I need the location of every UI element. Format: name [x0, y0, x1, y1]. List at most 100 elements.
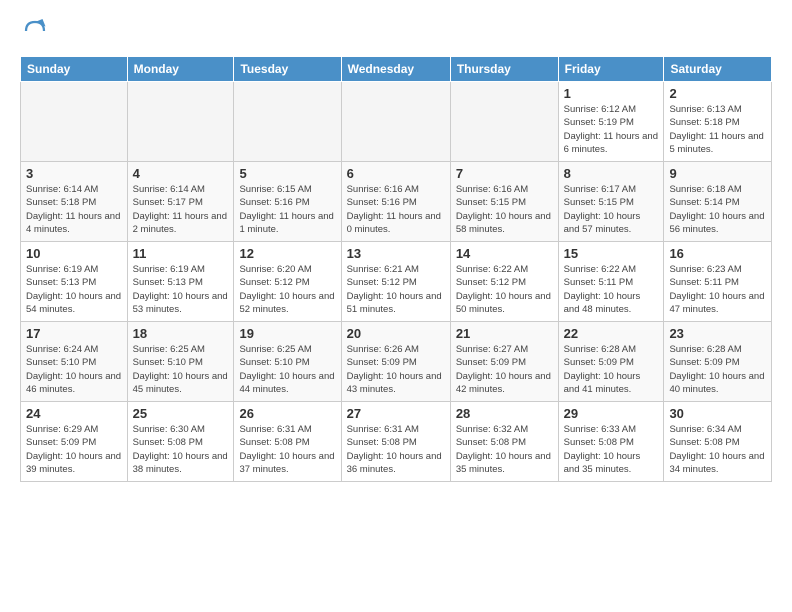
- day-number: 7: [456, 166, 553, 181]
- calendar: SundayMondayTuesdayWednesdayThursdayFrid…: [20, 56, 772, 482]
- weekday-header: Friday: [558, 57, 664, 82]
- calendar-cell: 8 Sunrise: 6:17 AMSunset: 5:15 PMDaylight…: [558, 162, 664, 242]
- day-info: Sunrise: 6:34 AMSunset: 5:08 PMDaylight:…: [669, 423, 766, 476]
- calendar-week-row: 10 Sunrise: 6:19 AMSunset: 5:13 PMDayligh…: [21, 242, 772, 322]
- day-number: 24: [26, 406, 122, 421]
- day-number: 10: [26, 246, 122, 261]
- weekday-header: Saturday: [664, 57, 772, 82]
- calendar-cell: 28Sunrise: 6:32 AMSunset: 5:08 PMDayligh…: [450, 402, 558, 482]
- calendar-cell: 23 Sunrise: 6:28 AMSunset: 5:09 PMDayligh…: [664, 322, 772, 402]
- day-info: Sunrise: 6:31 AMSunset: 5:08 PMDaylight:…: [239, 423, 335, 476]
- day-number: 25: [133, 406, 229, 421]
- day-info: Sunrise: 6:22 AMSunset: 5:12 PMDaylight:…: [456, 263, 553, 316]
- day-info: Sunrise: 6:14 AMSunset: 5:18 PMDaylight:…: [26, 183, 122, 236]
- day-number: 3: [26, 166, 122, 181]
- day-info: Sunrise: 6:31 AMSunset: 5:08 PMDaylight:…: [347, 423, 445, 476]
- calendar-cell: 26 Sunrise: 6:31 AMSunset: 5:08 PMDayligh…: [234, 402, 341, 482]
- calendar-cell: 7 Sunrise: 6:16 AMSunset: 5:15 PMDaylight…: [450, 162, 558, 242]
- day-info: Sunrise: 6:16 AMSunset: 5:16 PMDaylight:…: [347, 183, 445, 236]
- day-number: 13: [347, 246, 445, 261]
- weekday-header: Sunday: [21, 57, 128, 82]
- calendar-week-row: 24 Sunrise: 6:29 AMSunset: 5:09 PMDayligh…: [21, 402, 772, 482]
- calendar-cell: 18 Sunrise: 6:25 AMSunset: 5:10 PMDayligh…: [127, 322, 234, 402]
- calendar-cell: 15Sunrise: 6:22 AMSunset: 5:11 PMDayligh…: [558, 242, 664, 322]
- day-info: Sunrise: 6:20 AMSunset: 5:12 PMDaylight:…: [239, 263, 335, 316]
- day-info: Sunrise: 6:13 AMSunset: 5:18 PMDaylight:…: [669, 103, 766, 156]
- calendar-cell: 5 Sunrise: 6:15 AMSunset: 5:16 PMDaylight…: [234, 162, 341, 242]
- calendar-cell: 14Sunrise: 6:22 AMSunset: 5:12 PMDayligh…: [450, 242, 558, 322]
- day-info: Sunrise: 6:19 AMSunset: 5:13 PMDaylight:…: [26, 263, 122, 316]
- calendar-cell: 19 Sunrise: 6:25 AMSunset: 5:10 PMDayligh…: [234, 322, 341, 402]
- day-info: Sunrise: 6:29 AMSunset: 5:09 PMDaylight:…: [26, 423, 122, 476]
- day-number: 16: [669, 246, 766, 261]
- day-info: Sunrise: 6:17 AMSunset: 5:15 PMDaylight:…: [564, 183, 659, 236]
- calendar-cell: 21Sunrise: 6:27 AMSunset: 5:09 PMDayligh…: [450, 322, 558, 402]
- day-number: 19: [239, 326, 335, 341]
- day-info: Sunrise: 6:28 AMSunset: 5:09 PMDaylight:…: [669, 343, 766, 396]
- day-info: Sunrise: 6:28 AMSunset: 5:09 PMDaylight:…: [564, 343, 659, 396]
- day-number: 23: [669, 326, 766, 341]
- day-info: Sunrise: 6:16 AMSunset: 5:15 PMDaylight:…: [456, 183, 553, 236]
- calendar-cell: 12 Sunrise: 6:20 AMSunset: 5:12 PMDayligh…: [234, 242, 341, 322]
- day-number: 18: [133, 326, 229, 341]
- calendar-cell: 25 Sunrise: 6:30 AMSunset: 5:08 PMDayligh…: [127, 402, 234, 482]
- calendar-cell: 6 Sunrise: 6:16 AMSunset: 5:16 PMDaylight…: [341, 162, 450, 242]
- calendar-cell: 29 Sunrise: 6:33 AMSunset: 5:08 PMDayligh…: [558, 402, 664, 482]
- calendar-cell: [127, 82, 234, 162]
- day-number: 12: [239, 246, 335, 261]
- day-number: 21: [456, 326, 553, 341]
- day-info: Sunrise: 6:25 AMSunset: 5:10 PMDaylight:…: [133, 343, 229, 396]
- day-number: 1: [564, 86, 659, 101]
- calendar-cell: 1 Sunrise: 6:12 AMSunset: 5:19 PMDaylight…: [558, 82, 664, 162]
- day-number: 4: [133, 166, 229, 181]
- day-number: 11: [133, 246, 229, 261]
- day-info: Sunrise: 6:32 AMSunset: 5:08 PMDaylight:…: [456, 423, 553, 476]
- day-info: Sunrise: 6:21 AMSunset: 5:12 PMDaylight:…: [347, 263, 445, 316]
- calendar-cell: 10 Sunrise: 6:19 AMSunset: 5:13 PMDayligh…: [21, 242, 128, 322]
- day-number: 27: [347, 406, 445, 421]
- day-number: 17: [26, 326, 122, 341]
- calendar-cell: 30 Sunrise: 6:34 AMSunset: 5:08 PMDayligh…: [664, 402, 772, 482]
- calendar-cell: [341, 82, 450, 162]
- day-number: 29: [564, 406, 659, 421]
- day-number: 8: [564, 166, 659, 181]
- day-info: Sunrise: 6:30 AMSunset: 5:08 PMDaylight:…: [133, 423, 229, 476]
- calendar-cell: 24 Sunrise: 6:29 AMSunset: 5:09 PMDayligh…: [21, 402, 128, 482]
- day-number: 6: [347, 166, 445, 181]
- day-info: Sunrise: 6:22 AMSunset: 5:11 PMDaylight:…: [564, 263, 659, 316]
- day-number: 2: [669, 86, 766, 101]
- day-info: Sunrise: 6:25 AMSunset: 5:10 PMDaylight:…: [239, 343, 335, 396]
- logo-icon: [20, 16, 50, 46]
- calendar-cell: [234, 82, 341, 162]
- day-number: 22: [564, 326, 659, 341]
- calendar-cell: 20Sunrise: 6:26 AMSunset: 5:09 PMDayligh…: [341, 322, 450, 402]
- day-info: Sunrise: 6:15 AMSunset: 5:16 PMDaylight:…: [239, 183, 335, 236]
- calendar-cell: 11 Sunrise: 6:19 AMSunset: 5:13 PMDayligh…: [127, 242, 234, 322]
- day-info: Sunrise: 6:33 AMSunset: 5:08 PMDaylight:…: [564, 423, 659, 476]
- logo: [20, 16, 54, 46]
- calendar-cell: 3 Sunrise: 6:14 AMSunset: 5:18 PMDaylight…: [21, 162, 128, 242]
- page: SundayMondayTuesdayWednesdayThursdayFrid…: [0, 0, 792, 612]
- calendar-week-row: 17 Sunrise: 6:24 AMSunset: 5:10 PMDayligh…: [21, 322, 772, 402]
- day-info: Sunrise: 6:23 AMSunset: 5:11 PMDaylight:…: [669, 263, 766, 316]
- day-number: 5: [239, 166, 335, 181]
- calendar-cell: 13 Sunrise: 6:21 AMSunset: 5:12 PMDayligh…: [341, 242, 450, 322]
- calendar-cell: 22 Sunrise: 6:28 AMSunset: 5:09 PMDayligh…: [558, 322, 664, 402]
- day-info: Sunrise: 6:24 AMSunset: 5:10 PMDaylight:…: [26, 343, 122, 396]
- calendar-week-row: 3 Sunrise: 6:14 AMSunset: 5:18 PMDaylight…: [21, 162, 772, 242]
- calendar-cell: [450, 82, 558, 162]
- day-info: Sunrise: 6:12 AMSunset: 5:19 PMDaylight:…: [564, 103, 659, 156]
- calendar-cell: 9Sunrise: 6:18 AMSunset: 5:14 PMDaylight…: [664, 162, 772, 242]
- calendar-week-row: 1 Sunrise: 6:12 AMSunset: 5:19 PMDaylight…: [21, 82, 772, 162]
- weekday-header: Wednesday: [341, 57, 450, 82]
- calendar-header-row: SundayMondayTuesdayWednesdayThursdayFrid…: [21, 57, 772, 82]
- header: [20, 16, 772, 46]
- day-info: Sunrise: 6:19 AMSunset: 5:13 PMDaylight:…: [133, 263, 229, 316]
- calendar-cell: 17 Sunrise: 6:24 AMSunset: 5:10 PMDayligh…: [21, 322, 128, 402]
- weekday-header: Thursday: [450, 57, 558, 82]
- day-number: 20: [347, 326, 445, 341]
- day-number: 26: [239, 406, 335, 421]
- calendar-cell: 16 Sunrise: 6:23 AMSunset: 5:11 PMDayligh…: [664, 242, 772, 322]
- day-number: 30: [669, 406, 766, 421]
- day-number: 9: [669, 166, 766, 181]
